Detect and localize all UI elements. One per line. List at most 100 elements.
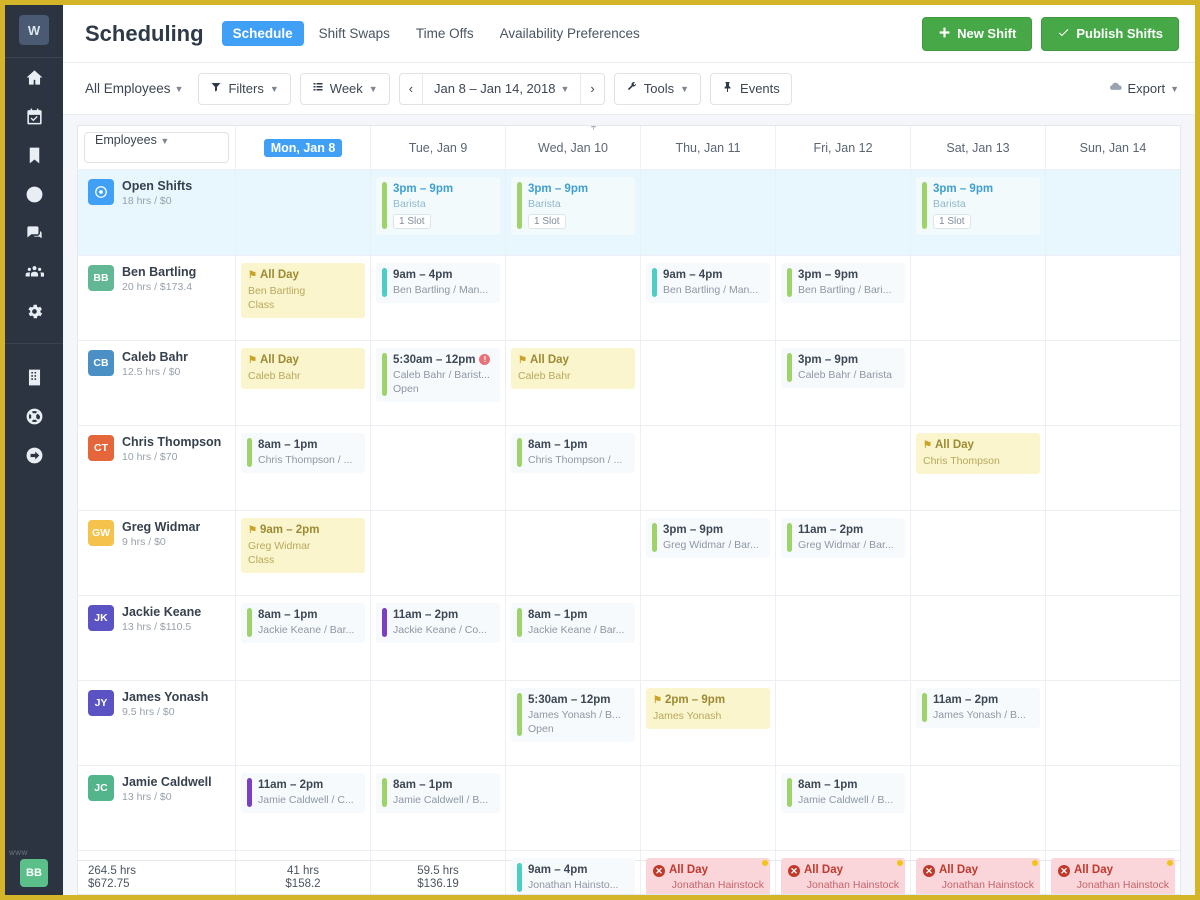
schedule-cell[interactable]: ⚑ All Day Ben Bartling Class bbox=[236, 256, 371, 340]
shift-card[interactable]: 8am – 1pm Jackie Keane / Bar... bbox=[241, 603, 365, 643]
employees-dropdown[interactable]: Employees ▼ bbox=[84, 132, 229, 163]
shift-card[interactable]: 3pm – 9pm Greg Widmar / Bar... bbox=[646, 518, 770, 558]
people-icon[interactable] bbox=[5, 253, 63, 292]
day-header-thu[interactable]: Thu, Jan 11 bbox=[591, 126, 776, 169]
chat-icon[interactable] bbox=[5, 214, 63, 253]
shift-card[interactable]: 9am – 4pm Ben Bartling / Man... bbox=[376, 263, 500, 303]
shift-card[interactable]: 11am – 2pm Jackie Keane / Co... bbox=[376, 603, 500, 643]
schedule-cell[interactable] bbox=[776, 170, 911, 255]
next-week-button[interactable]: › bbox=[580, 73, 603, 104]
schedule-cell[interactable]: 8am – 1pm Chris Thompson / ... bbox=[236, 426, 371, 510]
events-button[interactable]: Events bbox=[710, 72, 792, 105]
schedule-cell[interactable] bbox=[776, 681, 911, 765]
avatar[interactable]: BB bbox=[20, 859, 48, 887]
shift-card[interactable]: 8am – 1pm Chris Thompson / ... bbox=[511, 433, 635, 473]
schedule-cell[interactable]: 11am – 2pm Jamie Caldwell / C... bbox=[236, 766, 371, 850]
schedule-cell[interactable] bbox=[1046, 341, 1180, 425]
schedule-cell[interactable] bbox=[236, 681, 371, 765]
employee-cell[interactable]: JY James Yonash 9.5 hrs / $0 bbox=[78, 681, 236, 765]
filters-button[interactable]: Filters ▼ bbox=[198, 72, 291, 105]
all-day-card[interactable]: ⚑ 9am – 2pm Greg Widmar Class bbox=[241, 518, 365, 573]
employee-cell[interactable]: CB Caleb Bahr 12.5 hrs / $0 bbox=[78, 341, 236, 425]
bookmark-icon[interactable] bbox=[5, 136, 63, 175]
schedule-cell[interactable]: 9am – 4pm Jonathan Hainsto... bbox=[506, 851, 641, 894]
schedule-cell[interactable] bbox=[1046, 766, 1180, 850]
schedule-cell[interactable]: 5:30am – 12pm! Caleb Bahr / Barist... Open bbox=[371, 341, 506, 425]
time-off-card[interactable]: ✕ All Day Jonathan Hainstock bbox=[1051, 858, 1175, 894]
shift-card[interactable]: 8am – 1pm Jamie Caldwell / B... bbox=[781, 773, 905, 813]
building-icon[interactable] bbox=[5, 358, 63, 397]
schedule-cell[interactable] bbox=[911, 341, 1046, 425]
shift-card[interactable]: 11am – 2pm Jamie Caldwell / C... bbox=[241, 773, 365, 813]
shift-card[interactable]: 8am – 1pm Chris Thompson / ... bbox=[241, 433, 365, 473]
shift-card[interactable]: 9am – 4pm Ben Bartling / Man... bbox=[646, 263, 770, 303]
day-header-mon[interactable]: Mon, Jan 8 bbox=[236, 126, 371, 169]
shift-card[interactable]: 9am – 4pm Jonathan Hainsto... bbox=[511, 858, 635, 894]
all-day-card[interactable]: ⚑ All Day Caleb Bahr bbox=[511, 348, 635, 389]
schedule-cell[interactable]: 3pm – 9pm Barista 1 Slot bbox=[911, 170, 1046, 255]
schedule-cell[interactable] bbox=[1046, 256, 1180, 340]
shift-card[interactable]: 3pm – 9pm Barista 1 Slot bbox=[376, 177, 500, 235]
schedule-cell[interactable] bbox=[1046, 511, 1180, 595]
time-off-card[interactable]: ✕ All Day Jonathan Hainstock bbox=[646, 858, 770, 894]
schedule-cell[interactable]: 3pm – 9pm Caleb Bahr / Barista bbox=[776, 341, 911, 425]
schedule-cell[interactable]: 9am – 4pm Ben Bartling / Man... bbox=[641, 256, 776, 340]
schedule-cell[interactable] bbox=[371, 426, 506, 510]
clock-icon[interactable] bbox=[5, 175, 63, 214]
schedule-cell[interactable]: ⚑ All Day Caleb Bahr bbox=[506, 341, 641, 425]
calendar-check-icon[interactable] bbox=[5, 97, 63, 136]
schedule-cell[interactable]: ✕ All Day Jonathan Hainstock bbox=[1046, 851, 1180, 894]
tools-button[interactable]: Tools ▼ bbox=[613, 72, 702, 105]
day-header-sat[interactable]: Sat, Jan 13 bbox=[911, 126, 1046, 169]
shift-card[interactable]: 8am – 1pm Jackie Keane / Bar... bbox=[511, 603, 635, 643]
schedule-cell[interactable] bbox=[911, 511, 1046, 595]
shift-card[interactable]: 3pm – 9pm Ben Bartling / Bari... bbox=[781, 263, 905, 303]
schedule-cell[interactable] bbox=[776, 596, 911, 680]
day-header-fri[interactable]: Fri, Jan 12 bbox=[776, 126, 911, 169]
schedule-cell[interactable]: 5:30am – 12pm James Yonash / B... Open bbox=[506, 681, 641, 765]
employee-cell[interactable]: Open Shifts 18 hrs / $0 bbox=[78, 170, 236, 255]
employee-cell[interactable]: CT Chris Thompson 10 hrs / $70 bbox=[78, 426, 236, 510]
schedule-cell[interactable]: 3pm – 9pm Greg Widmar / Bar... bbox=[641, 511, 776, 595]
schedule-cell[interactable]: 3pm – 9pm Barista 1 Slot bbox=[506, 170, 641, 255]
tab-schedule[interactable]: Schedule bbox=[221, 21, 304, 46]
schedule-cell[interactable]: 8am – 1pm Jackie Keane / Bar... bbox=[506, 596, 641, 680]
view-mode-button[interactable]: Week ▼ bbox=[299, 72, 390, 105]
shift-card[interactable]: 11am – 2pm James Yonash / B... bbox=[916, 688, 1040, 728]
schedule-cell[interactable] bbox=[1046, 596, 1180, 680]
publish-shifts-button[interactable]: Publish Shifts bbox=[1041, 16, 1179, 51]
tab-time-offs[interactable]: Time Offs bbox=[405, 21, 485, 46]
home-icon[interactable] bbox=[5, 58, 63, 97]
schedule-cell[interactable] bbox=[506, 766, 641, 850]
shift-card[interactable]: 11am – 2pm Greg Widmar / Bar... bbox=[781, 518, 905, 558]
schedule-cell[interactable] bbox=[641, 766, 776, 850]
schedule-cell[interactable] bbox=[371, 681, 506, 765]
schedule-cell[interactable]: 3pm – 9pm Ben Bartling / Bari... bbox=[776, 256, 911, 340]
schedule-cell[interactable]: 3pm – 9pm Barista 1 Slot bbox=[371, 170, 506, 255]
app-logo[interactable]: W bbox=[19, 15, 49, 45]
schedule-cell[interactable]: 11am – 2pm Jackie Keane / Co... bbox=[371, 596, 506, 680]
date-range-button[interactable]: Jan 8 – Jan 14, 2018 ▼ bbox=[422, 73, 580, 104]
time-off-card[interactable]: ✕ All Day Jonathan Hainstock bbox=[781, 858, 905, 894]
tab-availability-preferences[interactable]: Availability Preferences bbox=[489, 21, 651, 46]
prev-week-button[interactable]: ‹ bbox=[400, 74, 422, 104]
schedule-cell[interactable]: ⚑ All Day Chris Thompson bbox=[911, 426, 1046, 510]
schedule-cell[interactable] bbox=[506, 511, 641, 595]
schedule-cell[interactable] bbox=[641, 426, 776, 510]
schedule-cell[interactable]: ⚑ All Day Caleb Bahr bbox=[236, 341, 371, 425]
all-employees-dropdown[interactable]: All Employees ▼ bbox=[85, 81, 183, 96]
shift-card[interactable]: 3pm – 9pm Barista 1 Slot bbox=[916, 177, 1040, 235]
schedule-cell[interactable]: ⚑ 9am – 2pm Greg Widmar Class bbox=[236, 511, 371, 595]
schedule-cell[interactable] bbox=[371, 511, 506, 595]
shift-card[interactable]: 8am – 1pm Jamie Caldwell / B... bbox=[376, 773, 500, 813]
time-off-card[interactable]: ✕ All Day Jonathan Hainstock bbox=[916, 858, 1040, 894]
schedule-cell[interactable] bbox=[1046, 426, 1180, 510]
all-day-card[interactable]: ⚑ All Day Caleb Bahr bbox=[241, 348, 365, 389]
employee-cell[interactable]: GW Greg Widmar 9 hrs / $0 bbox=[78, 511, 236, 595]
schedule-cell[interactable]: ✕ All Day Jonathan Hainstock bbox=[641, 851, 776, 894]
user-avatar-wrap[interactable]: BB bbox=[5, 859, 63, 887]
all-day-card[interactable]: ⚑ All Day Ben Bartling Class bbox=[241, 263, 365, 318]
schedule-cell[interactable] bbox=[911, 766, 1046, 850]
arrow-right-circle-icon[interactable] bbox=[5, 436, 63, 475]
schedule-cell[interactable]: 8am – 1pm Jamie Caldwell / B... bbox=[371, 766, 506, 850]
